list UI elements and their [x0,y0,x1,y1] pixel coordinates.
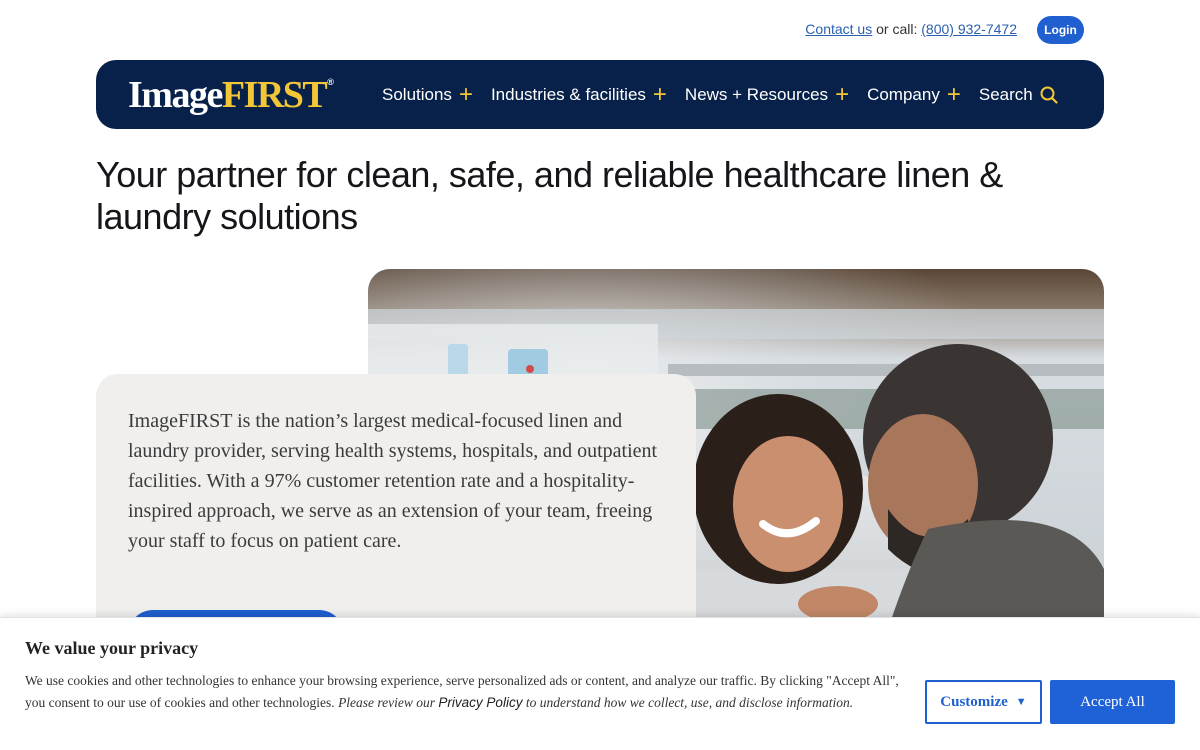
utility-bar: Contact us or call: (800) 932-7472 Login [0,16,1200,44]
intro-card: ImageFIRST is the nation’s largest medic… [96,374,696,660]
contact-us-link[interactable]: Contact us [805,21,872,37]
nav-item-label: Industries & facilities [490,84,646,104]
nav-item-solutions[interactable]: Solutions + [382,80,473,108]
nav-item-label: News + Resources [684,84,829,104]
plus-icon: + [652,80,667,108]
nav-item-search[interactable]: Search [979,85,1058,105]
cookie-text: We use cookies and other technologies to… [25,670,915,713]
accept-all-button[interactable]: Accept All [1050,680,1175,724]
logo-registered-mark: ® [327,77,334,87]
logo-first-text: FIRST [221,74,328,116]
contact-line: Contact us or call: (800) 932-7472 [805,21,1017,37]
nav-item-label: Company [867,84,940,104]
logo-image-text: Image [128,74,223,116]
plus-icon: + [458,80,473,108]
page-headline: Your partner for clean, safe, and reliab… [96,154,1003,237]
nav-menu: Solutions + Industries & facilities + Ne… [382,60,1058,129]
call-text: or call: [876,21,918,37]
cookie-italic-after: to understand how we collect, use, and d… [525,694,854,710]
cookie-italic-before: Please review our [338,694,436,710]
nav-item-label: Search [978,84,1033,104]
search-icon [1040,86,1058,104]
plus-icon: + [835,80,850,108]
login-button[interactable]: Login [1037,16,1084,44]
cookie-title: We value your privacy [25,638,199,658]
nav-item-industries[interactable]: Industries & facilities + [490,80,667,108]
intro-description: ImageFIRST is the nation’s largest medic… [128,410,658,552]
nav-item-news-resources[interactable]: News + Resources + [684,80,850,108]
phone-link[interactable]: (800) 932-7472 [921,21,1017,37]
customize-button[interactable]: Customize ▼ [925,680,1042,724]
cookie-banner: We value your privacy We use cookies and… [0,617,1200,750]
nav-item-label: Solutions [382,84,452,104]
plus-icon: + [946,80,961,108]
nav-item-company[interactable]: Company + [867,80,961,108]
imagefirst-logo[interactable]: Image FIRST ® [128,74,334,116]
privacy-policy-link[interactable]: Privacy Policy [438,695,522,710]
main-nav: Image FIRST ® Solutions + Industries & fac… [96,60,1104,129]
caret-down-icon: ▼ [1015,696,1027,708]
customize-label: Customize [940,693,1008,710]
